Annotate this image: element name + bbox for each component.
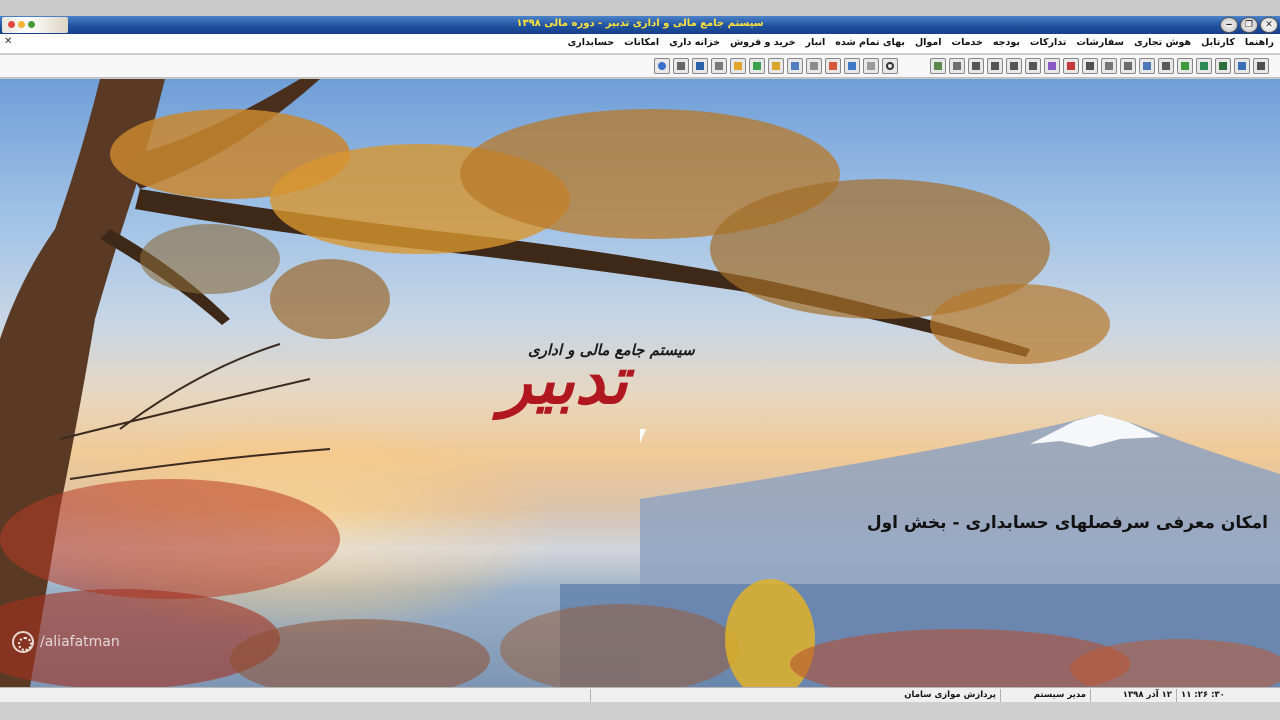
cube-icon[interactable]: [1082, 58, 1098, 74]
transfer-icon[interactable]: [730, 58, 746, 74]
image-icon[interactable]: [930, 58, 946, 74]
menu-orders[interactable]: سفارشات: [1076, 37, 1124, 48]
status-user: مدیر سیستم: [1000, 689, 1090, 702]
logo-title: تدبیر: [500, 341, 628, 419]
search-icon[interactable]: [882, 58, 898, 74]
toolbar-group-left: [654, 58, 898, 74]
menu-business-intelligence[interactable]: هوش تجاری: [1134, 37, 1191, 48]
layers-icon[interactable]: [1158, 58, 1174, 74]
hierarchy-icon[interactable]: [1215, 58, 1231, 74]
status-bar: ۱۱ :۲۶ :۳۰ ۱۲ آذر ۱۳۹۸ مدیر سیستم پردازش…: [0, 687, 1280, 702]
toolbar-group-right: [930, 58, 1269, 74]
report-icon[interactable]: [806, 58, 822, 74]
chart-icon[interactable]: [825, 58, 841, 74]
print-icon[interactable]: [673, 58, 689, 74]
stack-icon[interactable]: [1139, 58, 1155, 74]
window-icon[interactable]: [1234, 58, 1250, 74]
menu-purchase-sales[interactable]: خرید و فروش: [730, 37, 795, 48]
table-icon[interactable]: [844, 58, 860, 74]
arrow-right-icon[interactable]: [768, 58, 784, 74]
status-empty: [0, 689, 590, 702]
menu-features[interactable]: امکانات: [624, 37, 659, 48]
tools-icon[interactable]: [711, 58, 727, 74]
monitor-icon[interactable]: [787, 58, 803, 74]
menu-services[interactable]: خدمات: [952, 37, 983, 48]
menu-cartable[interactable]: کارتابل: [1201, 37, 1235, 48]
help-icon[interactable]: [654, 58, 670, 74]
copy-icon[interactable]: [1101, 58, 1117, 74]
menu-cost-price[interactable]: بهای تمام شده: [835, 37, 905, 48]
tag-icon[interactable]: [1044, 58, 1060, 74]
menu-close-icon[interactable]: ✕: [4, 36, 12, 47]
checkmark-icon[interactable]: [1177, 58, 1193, 74]
window-title: سیستم جامع مالی و اداری تدبیر - دوره مال…: [516, 18, 764, 29]
box-icon[interactable]: [1120, 58, 1136, 74]
menu-procurement[interactable]: تدارکات: [1030, 37, 1066, 48]
list-icon[interactable]: [968, 58, 984, 74]
window-title-bar[interactable]: سیستم جامع مالی و اداری تدبیر - دوره مال…: [0, 16, 1280, 34]
landscape-illustration: [0, 79, 1280, 687]
splash-background: سیستم جامع مالی و اداری تدبیر امکان معرف…: [0, 79, 1280, 687]
menu-help[interactable]: راهنما: [1245, 37, 1274, 48]
panel-icon[interactable]: [1253, 58, 1269, 74]
menu-items: حسابداری امکانات خزانه داری خرید و فروش …: [568, 37, 1274, 48]
menu-budget[interactable]: بودجه: [993, 37, 1020, 48]
minimize-button[interactable]: ‒: [1220, 17, 1238, 33]
link-icon[interactable]: [749, 58, 765, 74]
status-company: پردازش موازی سامان: [590, 689, 1000, 702]
watermark: /aliafatman: [12, 631, 120, 653]
menu-assets[interactable]: اموال: [915, 37, 942, 48]
status-date: ۱۲ آذر ۱۳۹۸: [1090, 689, 1176, 702]
menu-treasury[interactable]: خزانه داری: [669, 37, 720, 48]
bottom-strip: [0, 702, 1280, 720]
grid-dots-icon[interactable]: [1196, 58, 1212, 74]
calculator-icon[interactable]: [692, 58, 708, 74]
video-caption: امکان معرفی سرفصلهای حسابداری - بخش اول: [866, 513, 1268, 533]
cube-red-icon[interactable]: [1063, 58, 1079, 74]
frame-icon[interactable]: [949, 58, 965, 74]
film-reel-icon: [12, 631, 34, 653]
list-detail-icon[interactable]: [987, 58, 1003, 74]
menu-accounting[interactable]: حسابداری: [568, 37, 615, 48]
menu-bar: ✕ حسابداری امکانات خزانه داری خرید و فرو…: [0, 34, 1280, 54]
document-icon[interactable]: [863, 58, 879, 74]
watermark-text: /aliafatman: [40, 634, 120, 650]
mouse-cursor-icon: [640, 429, 652, 443]
menu-warehouse[interactable]: انبار: [806, 37, 826, 48]
toolbar: [0, 55, 1280, 78]
status-time: ۱۱ :۲۶ :۳۰: [1176, 689, 1280, 702]
restore-button[interactable]: ❐: [1240, 17, 1258, 33]
columns-icon[interactable]: [1006, 58, 1022, 74]
close-button[interactable]: ✕: [1260, 17, 1278, 33]
layout-icon[interactable]: [1025, 58, 1041, 74]
